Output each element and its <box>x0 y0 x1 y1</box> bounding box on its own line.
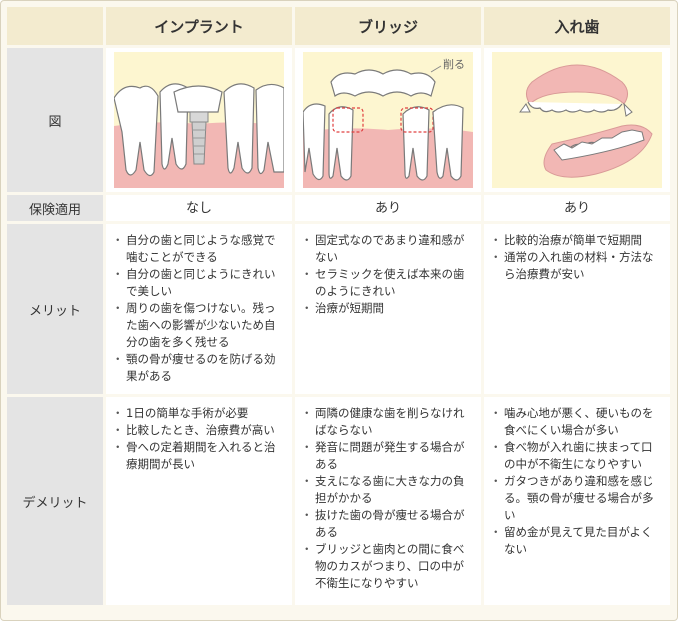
demerit-implant-cell: 1日の簡単な手術が必要 比較したとき、治療費が高い 骨への定着期間を入れると治療… <box>106 397 292 605</box>
list-item: 発音に問題が発生する場合がある <box>301 439 473 473</box>
list-item: 比較したとき、治療費が高い <box>112 422 284 439</box>
list-item: 支えになる歯に大きな力の負担がかかる <box>301 473 473 507</box>
header-denture: 入れ歯 <box>484 7 670 45</box>
header-bridge: ブリッジ <box>295 7 481 45</box>
list-item: 通常の入れ歯の材料・方法なら治療費が安い <box>490 249 662 283</box>
list-item: 1日の簡単な手術が必要 <box>112 405 284 422</box>
merit-implant-list: 自分の歯と同じような感覚で噛むことができる 自分の歯と同じようにきれいで美しい … <box>106 224 292 385</box>
merit-implant-cell: 自分の歯と同じような感覚で噛むことができる 自分の歯と同じようにきれいで美しい … <box>106 224 292 394</box>
comparison-table: インプラント ブリッジ 入れ歯 図 削る 保険適用 なし あり あり メリット … <box>4 4 673 608</box>
list-item: 固定式なのであまり違和感がない <box>301 232 473 266</box>
row-label-insurance: 保険適用 <box>7 195 103 221</box>
list-item: 骨への定着期間を入れると治療期間が長い <box>112 439 284 473</box>
merit-row: メリット 自分の歯と同じような感覚で噛むことができる 自分の歯と同じようにきれい… <box>7 224 670 394</box>
row-label-demerit: デメリット <box>7 397 103 605</box>
list-item: 治療が短期間 <box>301 300 473 317</box>
header-row: インプラント ブリッジ 入れ歯 <box>7 7 670 45</box>
implant-diagram-cell <box>106 48 292 192</box>
list-item: セラミックを使えば本来の歯のようにきれい <box>301 266 473 300</box>
implant-illustration <box>114 52 284 188</box>
bridge-illustration: 削る <box>303 52 473 188</box>
bridge-diagram-cell: 削る <box>295 48 481 192</box>
list-item: 周りの歯を傷つけない。残った歯への影響が少ないため自分の歯を多く残せる <box>112 300 284 351</box>
diagram-row: 図 削る <box>7 48 670 192</box>
row-label-merit: メリット <box>7 224 103 394</box>
demerit-bridge-cell: 両隣の健康な歯を削らなければならない 発音に問題が発生する場合がある 支えになる… <box>295 397 481 605</box>
list-item: 噛み心地が悪く、硬いものを食べにくい場合が多い <box>490 405 662 439</box>
insurance-denture: あり <box>484 195 670 221</box>
merit-denture-cell: 比較的治療が簡単で短期間 通常の入れ歯の材料・方法なら治療費が安い <box>484 224 670 394</box>
demerit-bridge-list: 両隣の健康な歯を削らなければならない 発音に問題が発生する場合がある 支えになる… <box>295 397 481 592</box>
insurance-bridge: あり <box>295 195 481 221</box>
list-item: 留め金が見えて見た目がよくない <box>490 524 662 558</box>
merit-bridge-cell: 固定式なのであまり違和感がない セラミックを使えば本来の歯のようにきれい 治療が… <box>295 224 481 394</box>
merit-denture-list: 比較的治療が簡単で短期間 通常の入れ歯の材料・方法なら治療費が安い <box>484 224 670 283</box>
list-item: 抜けた歯の骨が痩せる場合がある <box>301 507 473 541</box>
list-item: 自分の歯と同じようにきれいで美しい <box>112 266 284 300</box>
demerit-denture-cell: 噛み心地が悪く、硬いものを食べにくい場合が多い 食べ物が入れ歯に挟まって口の中が… <box>484 397 670 605</box>
list-item: 顎の骨が痩せるのを防げる効果がある <box>112 351 284 385</box>
list-item: 比較的治療が簡単で短期間 <box>490 232 662 249</box>
denture-illustration <box>492 52 662 188</box>
insurance-implant: なし <box>106 195 292 221</box>
list-item: 両隣の健康な歯を削らなければならない <box>301 405 473 439</box>
demerit-implant-list: 1日の簡単な手術が必要 比較したとき、治療費が高い 骨への定着期間を入れると治療… <box>106 397 292 473</box>
list-item: 食べ物が入れ歯に挟まって口の中が不衛生になりやすい <box>490 439 662 473</box>
merit-bridge-list: 固定式なのであまり違和感がない セラミックを使えば本来の歯のようにきれい 治療が… <box>295 224 481 317</box>
insurance-row: 保険適用 なし あり あり <box>7 195 670 221</box>
row-label-diagram: 図 <box>7 48 103 192</box>
header-corner <box>7 7 103 45</box>
bridge-note-label: 削る <box>443 57 465 71</box>
demerit-row: デメリット 1日の簡単な手術が必要 比較したとき、治療費が高い 骨への定着期間を… <box>7 397 670 605</box>
denture-diagram-cell <box>484 48 670 192</box>
demerit-denture-list: 噛み心地が悪く、硬いものを食べにくい場合が多い 食べ物が入れ歯に挟まって口の中が… <box>484 397 670 558</box>
list-item: ブリッジと歯肉との間に食べ物のカスがつまり、口の中が不衛生になりやすい <box>301 541 473 592</box>
list-item: 自分の歯と同じような感覚で噛むことができる <box>112 232 284 266</box>
list-item: ガタつきがあり違和感を感じる。顎の骨が痩せる場合が多い <box>490 473 662 524</box>
header-implant: インプラント <box>106 7 292 45</box>
